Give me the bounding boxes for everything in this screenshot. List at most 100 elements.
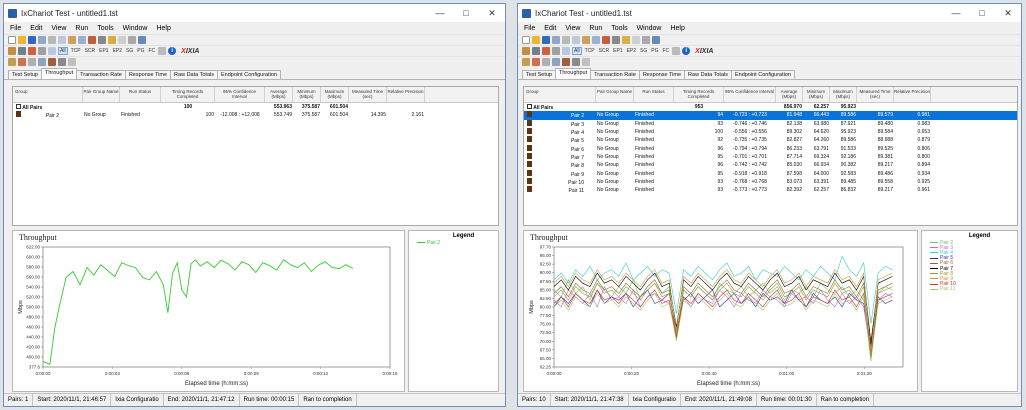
ep-network-icon[interactable] [38,58,46,66]
tab-raw-data-totals[interactable]: Raw Data Totals [170,70,218,79]
tab-response-time[interactable]: Response Time [124,70,172,79]
col-relative-precision[interactable]: Relative Precision [387,87,425,102]
col-relative-precision[interactable]: Relative Precision [894,87,931,102]
col-minimum[interactable]: Minimum (Mbps) [803,87,830,102]
minimize-icon[interactable]: — [427,8,453,18]
col-confidence-interval[interactable]: 95% Confidence Interval [724,87,776,102]
print-icon[interactable] [642,36,650,44]
close-icon[interactable]: ✕ [479,8,505,19]
stop-icon[interactable] [632,36,640,44]
endpoint-icon[interactable] [522,58,530,66]
view-scr-button[interactable]: SCR [84,48,97,54]
tab-transaction-rate[interactable]: Transaction Rate [590,70,640,79]
menu-view[interactable]: View [565,25,580,32]
paste-icon[interactable] [582,36,590,44]
collapse-toggle-icon[interactable] [527,103,532,109]
ixchariot-window-single[interactable]: IxChariot Test - untitled1.tst — □ ✕ Fil… [3,3,506,407]
table-row[interactable]: Pair 6 No Group Finished 96 -0.794 : +0.794 8… [524,144,1017,153]
col-pair-group-name[interactable]: Pair Group Name [596,87,634,102]
pair-icon[interactable] [522,47,530,55]
col-run-status[interactable]: Run Status [634,87,674,102]
save-icon[interactable] [28,36,36,44]
menu-run[interactable]: Run [75,25,88,32]
info-icon[interactable]: i [682,47,691,55]
all-pairs-row[interactable]: All Pairs 100 553.963 375.587 601.504 [13,103,498,111]
menu-window[interactable]: Window [637,25,662,32]
cut-icon[interactable] [48,36,56,44]
table-row[interactable]: Pair 7 No Group Finished 95 -0.701 : +0.701 8… [524,152,1017,161]
ep-status-icon[interactable] [542,58,550,66]
ep-config-icon[interactable] [18,58,26,66]
group-icon[interactable] [532,47,540,55]
group-icon[interactable] [18,47,26,55]
run-icon[interactable] [622,36,630,44]
title-bar[interactable]: IxChariot Test - untitled1.tst — □ ✕ [518,4,1021,22]
collapse-toggle-icon[interactable] [16,103,21,109]
ep-refresh-icon[interactable] [68,58,76,66]
open-folder-icon[interactable] [18,36,26,44]
copy-icon[interactable] [572,36,580,44]
col-timing-records[interactable]: Timing Records Completed [161,87,215,102]
delete-icon[interactable] [612,36,620,44]
edit-pair-icon[interactable] [602,36,610,44]
sort-icon[interactable] [552,47,560,55]
menu-view[interactable]: View [51,25,66,32]
ep-log-icon[interactable] [572,58,580,66]
copy-icon[interactable] [58,36,66,44]
col-measured-time[interactable]: Measured Time (sec) [349,87,387,102]
col-measured-time[interactable]: Measured Time (sec) [857,87,894,102]
view-ep2-button[interactable]: EP2 [626,48,637,54]
table-row[interactable]: Pair 2 No Group Finished 94 -0.723 : +0.723 8… [524,111,1017,120]
save-icon[interactable] [542,36,550,44]
tab-test-setup[interactable]: Test Setup [8,70,42,79]
menu-tools[interactable]: Tools [97,25,113,32]
sort-icon[interactable] [38,47,46,55]
tab-endpoint-configuration[interactable]: Endpoint Configuration [731,70,795,79]
results-table[interactable]: Group Pair Group Name Run Status Timing … [523,86,1018,226]
tab-raw-data-totals[interactable]: Raw Data Totals [684,70,732,79]
tab-response-time[interactable]: Response Time [638,70,686,79]
view-all-button[interactable]: All [572,47,582,55]
table-row[interactable]: Pair 10 No Group Finished 93 -0.768 : +0.768… [524,177,1017,186]
paste-icon[interactable] [68,36,76,44]
ixchariot-window-multi[interactable]: IxChariot Test - untitled1.tst — □ ✕ Fil… [517,3,1022,407]
chart-icon[interactable] [28,47,36,55]
view-pg-button[interactable]: PG [650,48,659,54]
col-maximum[interactable]: Maximum (Mbps) [321,87,349,102]
table-row[interactable]: Pair 2 No Group Finished 100 -12.008 : +… [13,111,498,119]
view-all-button[interactable]: All [58,47,68,55]
endpoint-icon[interactable] [8,58,16,66]
col-maximum[interactable]: Maximum (Mbps) [830,87,857,102]
ep-config-icon[interactable] [532,58,540,66]
menu-file[interactable]: File [10,25,21,32]
tab-endpoint-configuration[interactable]: Endpoint Configuration [217,70,281,79]
table-row[interactable]: Pair 4 No Group Finished 100 -0.556 : +0.556… [524,128,1017,136]
menu-run[interactable]: Run [589,25,602,32]
properties-icon[interactable] [672,47,681,55]
tab-throughput[interactable]: Throughput [41,68,78,79]
table-row[interactable]: Pair 8 No Group Finished 96 -0.742 : +0.742 8… [524,161,1017,169]
view-scr-button[interactable]: SCR [598,48,611,54]
ep-log-icon[interactable] [58,58,66,66]
col-average[interactable]: Average (Mbps) [265,87,293,102]
print-icon[interactable] [128,36,136,44]
throughput-chart[interactable]: Throughput 377.6 400.00 420.00 440.00 460.00… [12,230,405,392]
menu-help[interactable]: Help [156,25,170,32]
new-file-icon[interactable] [8,36,16,44]
ep-refresh-icon[interactable] [582,58,590,66]
maximize-icon[interactable]: □ [453,8,479,18]
tab-transaction-rate[interactable]: Transaction Rate [76,70,126,79]
col-run-status[interactable]: Run Status [120,87,161,102]
run-icon[interactable] [108,36,116,44]
add-pair-icon[interactable] [78,36,86,44]
view-pg-button[interactable]: PG [136,48,145,54]
tab-test-setup[interactable]: Test Setup [522,70,556,79]
col-group[interactable]: Group [13,87,83,102]
menu-edit[interactable]: Edit [544,25,556,32]
col-average[interactable]: Average (Mbps) [776,87,803,102]
save-as-icon[interactable] [552,36,560,44]
title-bar[interactable]: IxChariot Test - untitled1.tst — □ ✕ [4,4,505,22]
stop-icon[interactable] [118,36,126,44]
chart-icon[interactable] [542,47,550,55]
properties-icon[interactable] [158,47,167,55]
